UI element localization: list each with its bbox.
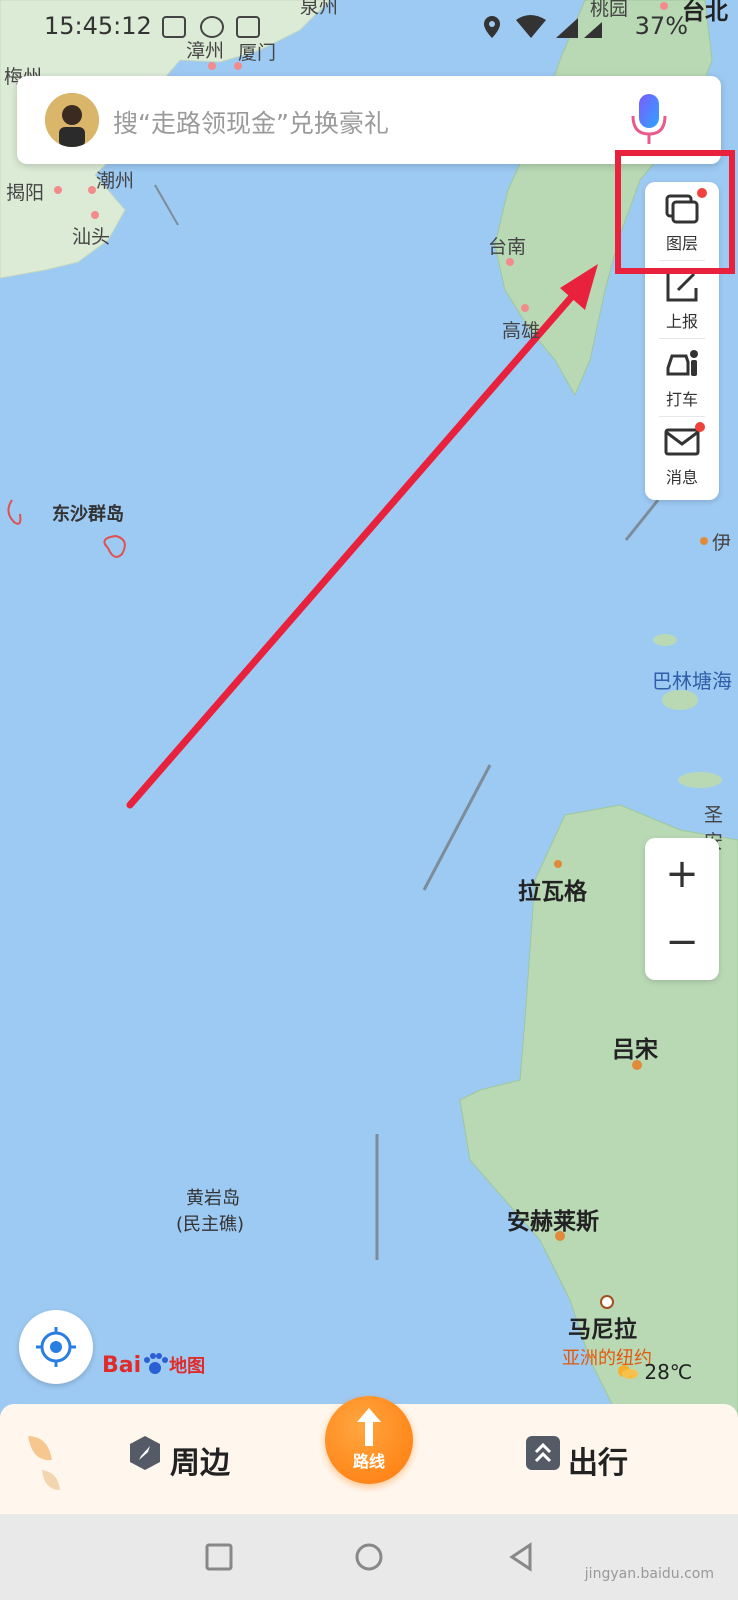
leaf-decoration-icon — [28, 1436, 60, 1490]
zoom-control: + − — [645, 838, 719, 980]
map-label-chaozhou: 潮州 — [96, 170, 135, 192]
status-icons — [484, 15, 602, 38]
map-label-gaoxiong: 高雄 — [502, 320, 541, 342]
route-label: 路线 — [352, 1452, 385, 1471]
envelope-icon — [664, 428, 700, 456]
locate-me-button[interactable] — [19, 1310, 93, 1384]
message-badge — [695, 422, 705, 432]
city-dot — [506, 258, 514, 266]
system-nav-bar: jingyan.baidu.com — [0, 1514, 738, 1600]
mail-icon — [236, 16, 260, 38]
travel-label[interactable]: 出行 — [568, 1438, 628, 1482]
city-dot — [208, 62, 216, 70]
watermark: jingyan.baidu.com — [584, 1566, 714, 1582]
battery-level: 37% — [634, 12, 688, 40]
weather-widget[interactable]: 28℃ — [616, 1360, 692, 1384]
microphone-icon[interactable] — [629, 90, 669, 150]
map-label-huangyan: 黄岩岛 — [186, 1188, 240, 1209]
wifi-icon — [516, 15, 546, 38]
status-time: 15:45:12 — [44, 12, 152, 40]
taxi-icon — [666, 350, 698, 376]
travel-icon — [526, 1436, 560, 1470]
notification-icon — [162, 16, 186, 38]
taxi-button[interactable]: 打车 — [645, 338, 719, 416]
home-icon[interactable] — [354, 1542, 384, 1572]
signal-icon — [556, 18, 578, 38]
zoom-in-button[interactable]: + — [645, 844, 719, 904]
cloud-sun-icon — [618, 1365, 638, 1379]
nearby-button[interactable] — [126, 1434, 164, 1472]
travel-button[interactable] — [524, 1434, 562, 1472]
chat-icon — [200, 16, 224, 38]
city-dot — [54, 186, 62, 194]
nearby-label[interactable]: 周边 — [170, 1438, 230, 1482]
baidu-map-logo: Bai 地图 — [102, 1352, 205, 1378]
message-button[interactable]: 消息 — [645, 416, 719, 494]
land-island — [653, 634, 677, 646]
message-label: 消息 — [665, 468, 698, 487]
logo-text: Bai — [102, 1353, 142, 1378]
route-button[interactable]: 路线 — [325, 1396, 413, 1484]
crosshair-icon — [36, 1327, 76, 1367]
city-dot — [521, 304, 529, 312]
map-label-tainan: 台南 — [488, 236, 527, 258]
avatar[interactable] — [45, 93, 99, 147]
annotation-highlight-box — [615, 150, 735, 274]
map-label-manila: 马尼拉 — [568, 1317, 637, 1343]
map-label-jieyang: 揭阳 — [6, 182, 45, 204]
map-label-angeles: 安赫莱斯 — [507, 1209, 599, 1235]
city-dot — [88, 186, 96, 194]
back-icon[interactable] — [506, 1542, 536, 1572]
search-input[interactable]: 搜“走路领现金”兑换豪礼 — [113, 104, 389, 140]
signal-icon-2 — [584, 22, 602, 38]
logo-text-2: 地图 — [169, 1356, 206, 1377]
map-label-dongsha: 东沙群岛 — [52, 504, 124, 525]
map-label-shantou: 汕头 — [72, 226, 111, 248]
paw-icon — [144, 1353, 169, 1374]
land-island — [678, 772, 722, 788]
city-dot — [700, 537, 708, 545]
taxi-label: 打车 — [665, 390, 698, 409]
route-arrow-icon — [357, 1408, 381, 1446]
map-label-lawag: 拉瓦格 — [518, 879, 587, 905]
map-label-luzon: 吕宋 — [612, 1037, 658, 1063]
city-dot — [554, 860, 562, 868]
report-label: 上报 — [665, 312, 698, 331]
map-label-balintang: 巴林塘海 — [652, 669, 732, 693]
status-bar: 15:45:12 37% — [0, 0, 738, 52]
recent-apps-icon[interactable] — [204, 1542, 234, 1572]
zoom-out-button[interactable]: − — [645, 912, 719, 972]
map-label-yi: 伊 — [712, 532, 732, 554]
weather-temp: 28℃ — [644, 1360, 693, 1384]
map-label-minzhujiao: (民主礁) — [176, 1214, 245, 1235]
compass-icon — [130, 1436, 160, 1470]
city-dot — [91, 211, 99, 219]
city-dot — [600, 1295, 614, 1309]
